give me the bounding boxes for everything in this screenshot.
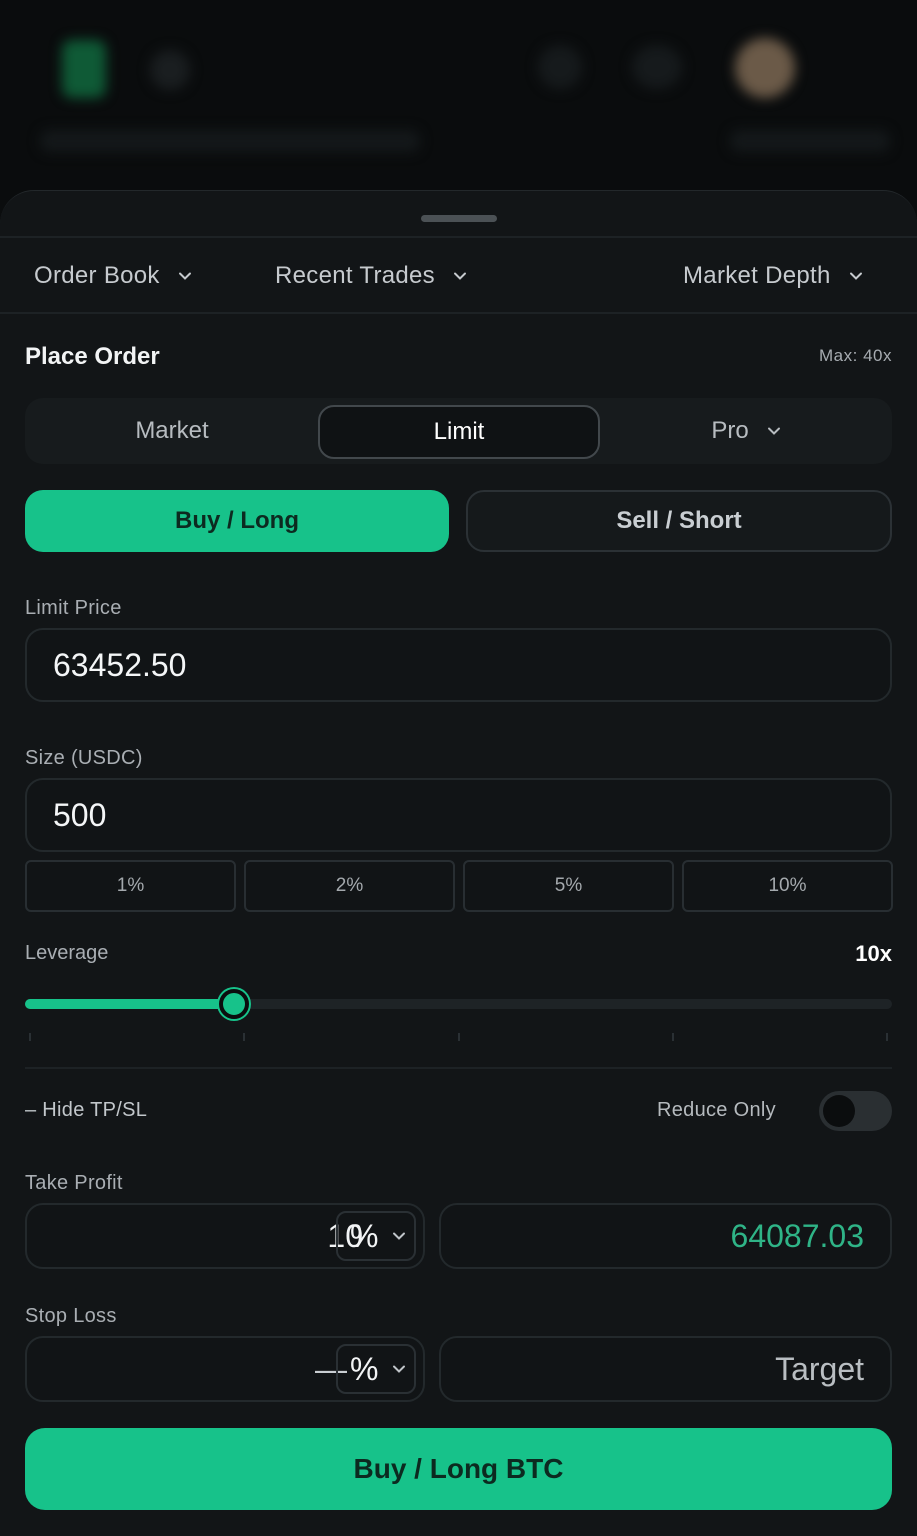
balance-ticker: [730, 130, 890, 152]
take-profit-label: Take Profit: [25, 1172, 123, 1194]
buy-long-button[interactable]: Buy / Long: [25, 490, 449, 552]
settings-icon: [632, 45, 682, 89]
limit-price-label: Limit Price: [25, 597, 122, 619]
chevron-down-icon: [178, 272, 191, 280]
leverage-value: 10x: [855, 941, 892, 966]
slider-tick: [458, 1033, 460, 1041]
size-percent-button[interactable]: 1%: [25, 860, 236, 912]
section-title: Place Order: [25, 343, 160, 370]
take-profit-percent-input[interactable]: 10 %: [25, 1203, 425, 1269]
reduce-only-label: Reduce Only: [657, 1099, 776, 1121]
leverage-slider-fill: [25, 999, 235, 1009]
divider: [25, 1067, 892, 1069]
size-label: Size (USDC): [25, 747, 143, 769]
price-ticker: [40, 130, 420, 152]
size-percent-row: 1% 2% 5% 10%: [25, 860, 893, 912]
slider-tick: [672, 1033, 674, 1041]
reduce-only-toggle[interactable]: [819, 1091, 892, 1131]
size-input[interactable]: 500: [25, 778, 892, 852]
limit-price-input[interactable]: 63452.50: [25, 628, 892, 702]
slider-tick: [886, 1033, 888, 1041]
size-percent-button[interactable]: 5%: [463, 860, 674, 912]
unit-label: %: [350, 1350, 379, 1387]
tab-market-depth[interactable]: Market Depth: [683, 238, 863, 314]
tab-label: Market Depth: [683, 262, 831, 289]
chevron-down-icon: [767, 427, 780, 435]
logo-icon: [62, 40, 106, 98]
tab-label: Recent Trades: [275, 262, 435, 289]
order-type-limit[interactable]: Limit: [318, 405, 600, 459]
stop-loss-price-placeholder: Target: [775, 1350, 864, 1387]
menu-icon: [150, 50, 190, 90]
stop-loss-percent-input[interactable]: — %: [25, 1336, 425, 1402]
order-type-pro[interactable]: Pro: [600, 398, 892, 464]
order-type-pro-label: Pro: [711, 417, 749, 444]
divider: [0, 312, 917, 314]
stop-loss-price-input[interactable]: Target: [439, 1336, 892, 1402]
leverage-label: Leverage: [25, 942, 109, 964]
slider-tick: [29, 1033, 31, 1041]
take-profit-price-value: 64087.03: [730, 1217, 864, 1254]
market-tabs: Order Book Recent Trades Market Depth: [0, 238, 917, 314]
chevron-down-icon: [393, 1365, 406, 1373]
size-percent-button[interactable]: 2%: [244, 860, 455, 912]
sheet-drag-handle[interactable]: [421, 215, 497, 222]
sell-short-button[interactable]: Sell / Short: [466, 490, 892, 552]
order-type-selector: Market Limit Pro: [25, 398, 892, 464]
chevron-down-icon: [849, 272, 862, 280]
toggle-knob: [823, 1095, 855, 1127]
order-bottom-sheet: Order Book Recent Trades Market Depth Pl…: [0, 190, 917, 1536]
background-app-header: [0, 0, 917, 200]
hide-tpsl-link[interactable]: – Hide TP/SL: [25, 1099, 147, 1122]
order-type-market[interactable]: Market: [25, 398, 319, 464]
tab-order-book[interactable]: Order Book: [34, 238, 192, 314]
stop-loss-label: Stop Loss: [25, 1305, 117, 1327]
tab-recent-trades[interactable]: Recent Trades: [275, 238, 467, 314]
tab-label: Order Book: [34, 262, 160, 289]
unit-label: %: [350, 1217, 379, 1254]
avatar: [735, 38, 795, 98]
take-profit-unit-select[interactable]: %: [336, 1211, 416, 1261]
stop-loss-unit-select[interactable]: %: [336, 1344, 416, 1394]
notification-icon: [538, 45, 582, 89]
submit-order-button[interactable]: Buy / Long BTC: [25, 1428, 892, 1510]
size-percent-button[interactable]: 10%: [682, 860, 893, 912]
slider-tick: [243, 1033, 245, 1041]
chevron-down-icon: [393, 1232, 406, 1240]
max-leverage-label: Max: 40x: [819, 346, 892, 365]
chevron-down-icon: [453, 272, 466, 280]
take-profit-price-input[interactable]: 64087.03: [439, 1203, 892, 1269]
leverage-slider-thumb[interactable]: [219, 989, 249, 1019]
